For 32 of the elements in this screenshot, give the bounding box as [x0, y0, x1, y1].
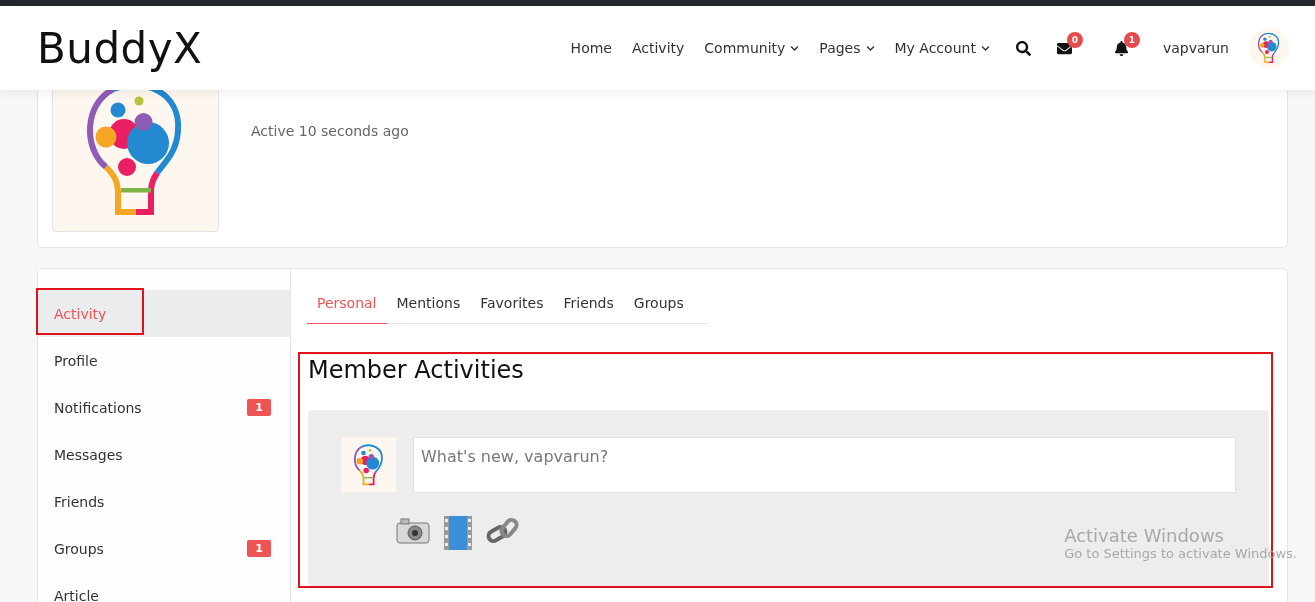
- count-badge: 1: [1123, 31, 1140, 48]
- nav-link[interactable]: Pages: [819, 40, 875, 56]
- sidebar-item[interactable]: Groups 1: [38, 525, 290, 572]
- nav-link[interactable]: Community: [704, 40, 800, 56]
- count-badge: 0: [1066, 31, 1083, 48]
- count-badge: 1: [247, 399, 271, 416]
- count-badge: 1: [247, 540, 271, 557]
- sidebar-item[interactable]: Messages: [38, 431, 290, 478]
- tab[interactable]: Groups: [623, 285, 694, 324]
- tab[interactable]: Friends: [553, 285, 624, 324]
- film-strip-icon[interactable]: [443, 515, 473, 551]
- tab[interactable]: Personal: [307, 285, 387, 324]
- nav-link[interactable]: My Account: [894, 40, 990, 56]
- sidebar-item[interactable]: Notifications 1: [38, 384, 290, 431]
- sidebar-item[interactable]: Article: [38, 572, 290, 602]
- envelope-icon[interactable]: [1056, 40, 1072, 56]
- nav-link[interactable]: Activity: [631, 40, 685, 56]
- user-avatar[interactable]: [1249, 28, 1289, 68]
- section-title: Member Activities: [308, 356, 525, 384]
- nav-link[interactable]: Home: [570, 40, 612, 56]
- bell-icon[interactable]: [1113, 40, 1129, 56]
- activity-status: Active 10 seconds ago: [251, 123, 409, 141]
- search-icon[interactable]: [1015, 40, 1031, 56]
- watermark-title: Activate Windows: [1064, 525, 1225, 546]
- post-input[interactable]: What's new, vapvarun?: [413, 437, 1236, 493]
- tab[interactable]: Favorites: [470, 285, 554, 324]
- username-link[interactable]: vapvarun: [1162, 40, 1229, 56]
- site-logo[interactable]: BuddyX: [37, 23, 203, 73]
- sidebar-item[interactable]: Friends: [38, 478, 290, 525]
- tab[interactable]: Mentions: [386, 285, 471, 324]
- camera-icon[interactable]: [395, 515, 431, 547]
- sidebar-item[interactable]: Profile: [38, 337, 290, 384]
